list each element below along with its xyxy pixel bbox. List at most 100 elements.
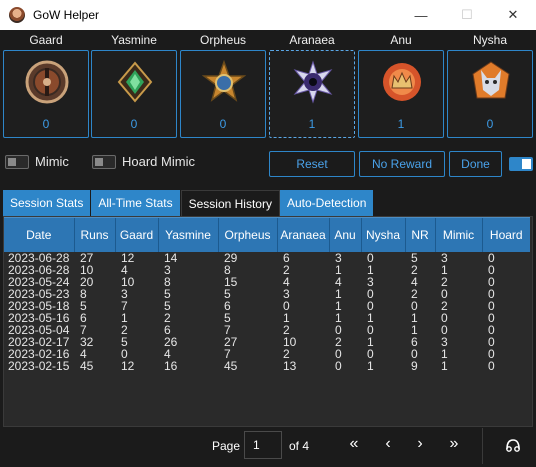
table-cell-value: 7 [224, 346, 231, 361]
table-cell-value: 0 [488, 358, 495, 373]
no-reward-button[interactable]: No Reward [359, 151, 445, 177]
column-header-nysha[interactable]: Nysha [360, 217, 405, 252]
maximize-button[interactable]: ☐ [444, 0, 490, 30]
troop-card-aranaea[interactable]: 1 [269, 50, 355, 138]
star-icon [202, 60, 246, 102]
table-cell-value: 3 [441, 250, 448, 265]
tab-auto-detection[interactable]: Auto-Detection [279, 190, 375, 216]
table-row[interactable]: 2023-06-28 10 4 3 8 2 1 1 2 1 0 [4, 264, 530, 276]
table-cell-value: 1 [335, 298, 342, 313]
troop-name: Yasmine [111, 33, 157, 47]
table-cell-value: 3 [164, 262, 171, 277]
column-header-nr[interactable]: NR [404, 217, 435, 252]
auto-detect-switch[interactable] [509, 157, 533, 171]
table-cell-value: 3 [367, 274, 374, 289]
table-cell-value: 5 [80, 298, 87, 313]
table-row[interactable]: 2023-05-18 5 7 5 6 0 1 0 0 2 0 [4, 300, 530, 312]
column-header-date[interactable]: Date [4, 217, 74, 252]
column-header-anu[interactable]: Anu [328, 217, 361, 252]
table-cell-value: 7 [224, 322, 231, 337]
hoard-mimic-toggle[interactable] [92, 154, 116, 169]
table-cell-value: 1 [411, 310, 418, 325]
column-header-runs[interactable]: Runs [73, 217, 115, 252]
table-cell-value: 2 [335, 334, 342, 349]
troop-count: 0 [42, 117, 50, 131]
table-cell-date: 2023-05-24 [8, 274, 70, 289]
table-row[interactable]: 2023-06-28 27 12 14 29 6 3 0 5 3 0 [4, 252, 530, 264]
table-cell-value: 2 [411, 286, 418, 301]
tab-session-history[interactable]: Session History [180, 190, 280, 216]
troop-card-yasmine[interactable]: 0 [91, 50, 177, 138]
table-cell-value: 0 [488, 262, 495, 277]
table-cell-value: 13 [283, 358, 297, 373]
troop-count: 0 [219, 117, 227, 131]
table-cell-value: 3 [335, 250, 342, 265]
table-cell-value: 1 [335, 286, 342, 301]
column-header-mimic[interactable]: Mimic [434, 217, 482, 252]
troop-card-anu[interactable]: 1 [358, 50, 444, 138]
table-row[interactable]: 2023-05-16 6 1 2 5 1 1 1 1 0 0 [4, 312, 530, 324]
tab-session-stats[interactable]: Session Stats [3, 190, 92, 216]
table-cell-value: 0 [488, 274, 495, 289]
table-cell-value: 8 [80, 286, 87, 301]
column-header-yasmine[interactable]: Yasmine [157, 217, 218, 252]
table-cell-value: 20 [80, 274, 94, 289]
first-page-button[interactable]: « [344, 435, 364, 453]
troop-card-nysha[interactable]: 0 [447, 50, 533, 138]
table-cell-value: 5 [224, 310, 231, 325]
troop-card-orpheus[interactable]: 0 [180, 50, 266, 138]
window-controls: — ☐ ✕ [398, 0, 536, 30]
table-cell-value: 0 [441, 310, 448, 325]
table-cell-value: 6 [164, 322, 171, 337]
table-cell-value: 0 [488, 250, 495, 265]
troop-name: Aranaea [289, 33, 335, 47]
close-button[interactable]: ✕ [490, 0, 536, 30]
table-cell-value: 0 [367, 298, 374, 313]
tab-all-time-stats[interactable]: All-Time Stats [91, 190, 181, 216]
table-cell-date: 2023-05-18 [8, 298, 70, 313]
column-header-hoard[interactable]: Hoard [481, 217, 530, 252]
table-cell-value: 1 [335, 262, 342, 277]
reset-button[interactable]: Reset [269, 151, 355, 177]
troop-nysha: Nysha 0 [447, 32, 533, 138]
table-cell-date: 2023-06-28 [8, 250, 70, 265]
troop-count: 1 [308, 117, 316, 131]
table-cell-value: 1 [283, 310, 290, 325]
table-row[interactable]: 2023-02-16 4 0 4 7 2 0 0 0 1 0 [4, 348, 530, 360]
minimize-button[interactable]: — [398, 0, 444, 30]
table-cell-value: 0 [441, 286, 448, 301]
table-cell-value: 0 [488, 286, 495, 301]
export-icon[interactable] [504, 437, 522, 453]
table-header-row: Date Runs Gaard Yasmine Orpheus Aranaea … [4, 217, 530, 252]
table-cell-value: 10 [121, 274, 135, 289]
table-cell-value: 0 [488, 310, 495, 325]
column-header-gaard[interactable]: Gaard [114, 217, 158, 252]
table-cell-value: 1 [367, 310, 374, 325]
done-button[interactable]: Done [449, 151, 502, 177]
table-row[interactable]: 2023-05-24 20 10 8 15 4 4 3 4 2 0 [4, 276, 530, 288]
troop-card-gaard[interactable]: 0 [3, 50, 89, 138]
table-row[interactable]: 2023-05-23 8 3 5 5 3 1 0 2 0 0 [4, 288, 530, 300]
table-cell-value: 1 [441, 358, 448, 373]
table-cell-date: 2023-06-28 [8, 262, 70, 277]
next-page-button[interactable]: › [410, 435, 430, 453]
table-cell-value: 0 [488, 346, 495, 361]
table-cell-value: 9 [411, 358, 418, 373]
troop-name: Gaard [29, 33, 63, 47]
table-cell-value: 12 [121, 250, 135, 265]
mimic-toggle[interactable] [5, 154, 29, 169]
column-header-aranaea[interactable]: Aranaea [276, 217, 329, 252]
table-row[interactable]: 2023-02-15 45 12 16 45 13 0 1 9 1 0 [4, 360, 530, 372]
hoard-mimic-toggle-group: Hoard Mimic [92, 154, 195, 169]
table-cell-value: 0 [488, 298, 495, 313]
table-row[interactable]: 2023-05-04 7 2 6 7 2 0 0 1 0 0 [4, 324, 530, 336]
column-header-orpheus[interactable]: Orpheus [217, 217, 277, 252]
history-table-container[interactable]: Date Runs Gaard Yasmine Orpheus Aranaea … [3, 216, 533, 427]
previous-page-button[interactable]: ‹ [378, 435, 398, 453]
troop-anu: Anu 1 [358, 32, 444, 138]
last-page-button[interactable]: » [444, 435, 464, 453]
table-cell-value: 3 [121, 286, 128, 301]
table-row[interactable]: 2023-02-17 32 5 26 27 10 2 1 6 3 0 [4, 336, 530, 348]
table-cell-value: 0 [335, 358, 342, 373]
page-number-input[interactable] [244, 431, 282, 459]
